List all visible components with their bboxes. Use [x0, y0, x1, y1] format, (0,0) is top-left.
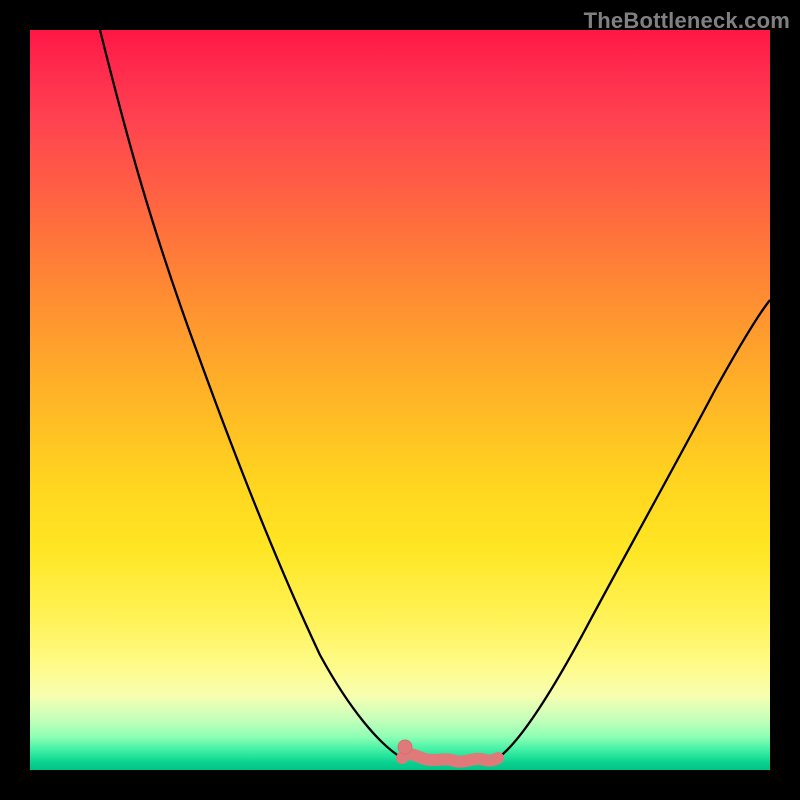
marker-band: [402, 754, 498, 762]
bottleneck-curve-right: [498, 300, 770, 758]
marker-dot-left: [398, 740, 412, 754]
chart-svg: [30, 30, 770, 770]
bottleneck-curve-left: [100, 30, 402, 758]
chart-frame: [30, 30, 770, 770]
